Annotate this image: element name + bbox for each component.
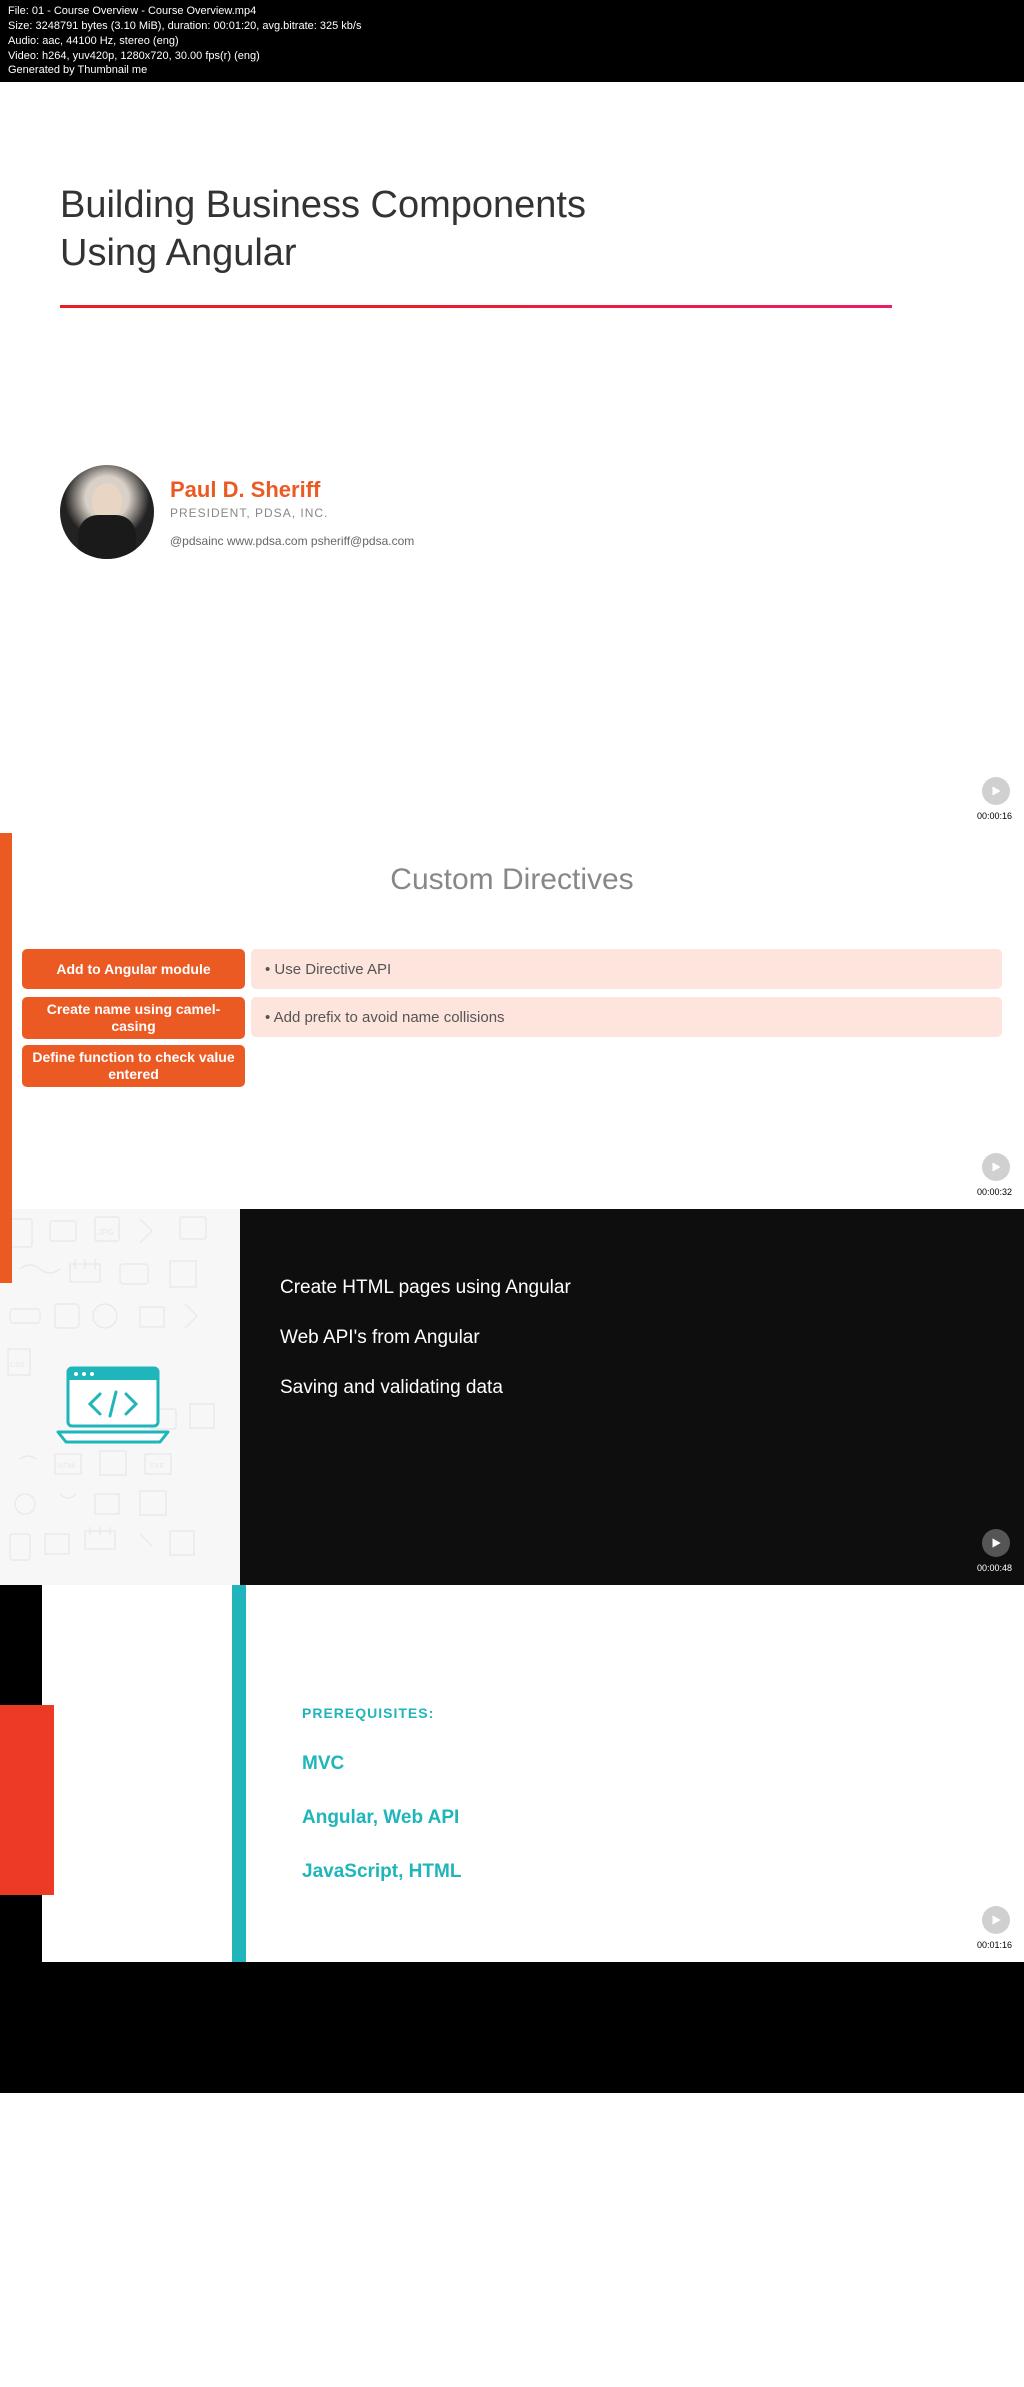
bullet-0: Create HTML pages using Angular xyxy=(280,1277,1024,1299)
bullet-2: Saving and validating data xyxy=(280,1377,1024,1399)
dir-right-0: • Use Directive API xyxy=(251,949,1002,989)
play-icon[interactable] xyxy=(982,1153,1010,1181)
author-block: Paul D. Sheriff PRESIDENT, PDSA, INC. @p… xyxy=(60,457,964,559)
play-icon[interactable] xyxy=(982,777,1010,805)
author-avatar xyxy=(60,465,154,559)
prereq-label: PREREQUISITES: xyxy=(302,1705,461,1721)
slide-prereq: PREREQUISITES: MVC Angular, Web API Java… xyxy=(0,1585,1024,1962)
slide-create: JPG CSS HTML EXE xyxy=(0,1209,1024,1585)
dir-row: Define function to check value entered xyxy=(0,1045,245,1085)
author-info: Paul D. Sheriff PRESIDENT, PDSA, INC. @p… xyxy=(170,477,414,548)
dir-right-1: • Add prefix to avoid name collisions xyxy=(251,997,1002,1037)
prereq-1: Angular, Web API xyxy=(302,1807,461,1829)
course-title: Building Business Components Using Angul… xyxy=(60,182,964,277)
dir-left-2: Define function to check value entered xyxy=(22,1045,245,1087)
footer-black xyxy=(0,1962,1024,2093)
file-line: File: 01 - Course Overview - Course Over… xyxy=(8,4,1016,19)
slide-directives: Custom Directives Add to Angular module … xyxy=(0,833,1024,1209)
prereq-0: MVC xyxy=(302,1753,461,1775)
generated-line: Generated by Thumbnail me xyxy=(8,63,1016,78)
svg-text:CSS: CSS xyxy=(10,1362,25,1369)
dir-row: Create name using camel-casing • Add pre… xyxy=(0,997,1024,1037)
timestamp: 00:00:32 xyxy=(977,1187,1012,1197)
prereq-content: PREREQUISITES: MVC Angular, Web API Java… xyxy=(302,1585,461,1962)
slide-title: Building Business Components Using Angul… xyxy=(0,82,1024,457)
dir-left-1: Create name using camel-casing xyxy=(22,997,245,1039)
audio-line: Audio: aac, 44100 Hz, stereo (eng) xyxy=(8,34,1016,49)
prereq-2: JavaScript, HTML xyxy=(302,1861,461,1883)
red-block xyxy=(0,1705,54,1895)
timestamp: 00:00:16 xyxy=(977,811,1012,821)
title-underline xyxy=(60,305,892,308)
dir-row: Add to Angular module • Use Directive AP… xyxy=(0,949,1024,989)
svg-text:HTML: HTML xyxy=(58,1463,77,1470)
video-line: Video: h264, yuv420p, 1280x720, 30.00 fp… xyxy=(8,49,1016,64)
author-name: Paul D. Sheriff xyxy=(170,477,414,503)
slide-author: Paul D. Sheriff PRESIDENT, PDSA, INC. @p… xyxy=(0,457,1024,833)
laptop-code-icon xyxy=(54,1364,172,1449)
bullet-1: Web API's from Angular xyxy=(280,1327,1024,1349)
dir-left-0: Add to Angular module xyxy=(22,949,245,989)
directive-rows: Add to Angular module • Use Directive AP… xyxy=(0,949,1024,1085)
dark-panel: Create HTML pages using Angular Web API'… xyxy=(240,1209,1024,1585)
svg-text:JPG: JPG xyxy=(98,1228,114,1237)
video-metadata-header: File: 01 - Course Overview - Course Over… xyxy=(0,0,1024,82)
icon-panel: JPG CSS HTML EXE xyxy=(0,1209,240,1585)
play-icon[interactable] xyxy=(982,1906,1010,1934)
size-line: Size: 3248791 bytes (3.10 MiB), duration… xyxy=(8,19,1016,34)
teal-stripe xyxy=(232,1585,246,1962)
timestamp: 00:01:16 xyxy=(977,1940,1012,1950)
directives-title: Custom Directives xyxy=(0,833,1024,897)
orange-sidebar xyxy=(0,833,12,1283)
author-title: PRESIDENT, PDSA, INC. xyxy=(170,506,414,520)
svg-text:EXE: EXE xyxy=(150,1463,164,1470)
author-contact: @pdsainc www.pdsa.com psheriff@pdsa.com xyxy=(170,534,414,548)
timestamp: 00:00:48 xyxy=(977,1563,1012,1573)
